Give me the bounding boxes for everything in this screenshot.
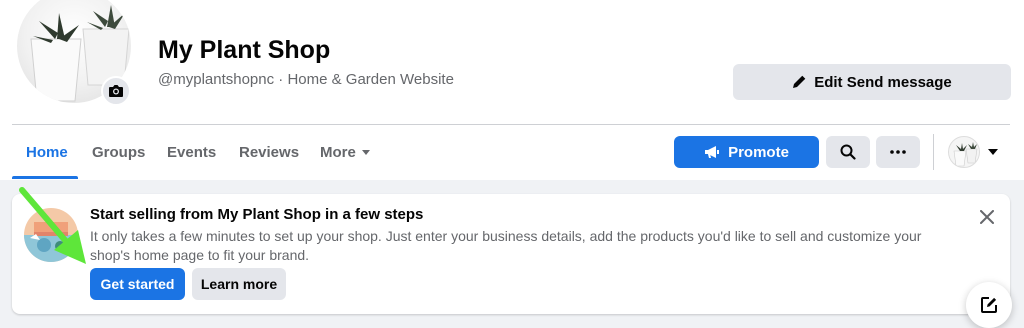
edit-send-message-button[interactable]: Edit Send message: [733, 64, 1011, 100]
tab-events[interactable]: Events: [167, 144, 216, 161]
search-icon: [840, 144, 856, 160]
tab-reviews[interactable]: Reviews: [239, 144, 299, 161]
setup-card-title: Start selling from My Plant Shop in a fe…: [90, 206, 424, 223]
setup-card-description: It only takes a few minutes to set up yo…: [90, 228, 922, 263]
page-avatar[interactable]: [948, 136, 980, 168]
caret-down-icon: [361, 149, 370, 155]
compose-button[interactable]: [966, 282, 1012, 328]
green-arrow-annotation-icon: [19, 187, 86, 264]
close-card-button[interactable]: [974, 204, 1000, 230]
page-header: My Plant Shop @myplantshopnc · Home & Ga…: [0, 0, 1024, 180]
tab-groups[interactable]: Groups: [92, 144, 145, 161]
more-options-button[interactable]: [876, 136, 920, 168]
tab-home[interactable]: Home: [26, 144, 68, 161]
active-tab-indicator: [12, 176, 78, 179]
learn-more-button[interactable]: Learn more: [192, 268, 286, 300]
header-divider: [12, 124, 1010, 125]
promote-label: Promote: [728, 143, 789, 161]
shop-setup-card: Start selling from My Plant Shop in a fe…: [12, 194, 1010, 314]
megaphone-icon: [705, 146, 720, 158]
ellipsis-icon: [890, 150, 906, 154]
plant-avatar-image: [953, 142, 978, 167]
edit-send-message-label: Edit Send message: [814, 73, 952, 91]
camera-icon: [109, 85, 123, 97]
promote-button[interactable]: Promote: [674, 136, 819, 168]
page-title: My Plant Shop: [158, 36, 331, 64]
tab-more[interactable]: More: [320, 144, 370, 161]
nav-separator: [933, 134, 934, 170]
search-button[interactable]: [826, 136, 870, 168]
tab-more-label: More: [320, 144, 356, 161]
pencil-icon: [793, 75, 806, 88]
get-started-button[interactable]: Get started: [90, 268, 185, 300]
camera-button[interactable]: [101, 76, 131, 106]
close-icon: [980, 210, 994, 224]
edit-compose-icon: [981, 297, 997, 313]
chevron-down-icon[interactable]: [988, 149, 998, 155]
page-subtitle: @myplantshopnc · Home & Garden Website: [158, 71, 454, 88]
